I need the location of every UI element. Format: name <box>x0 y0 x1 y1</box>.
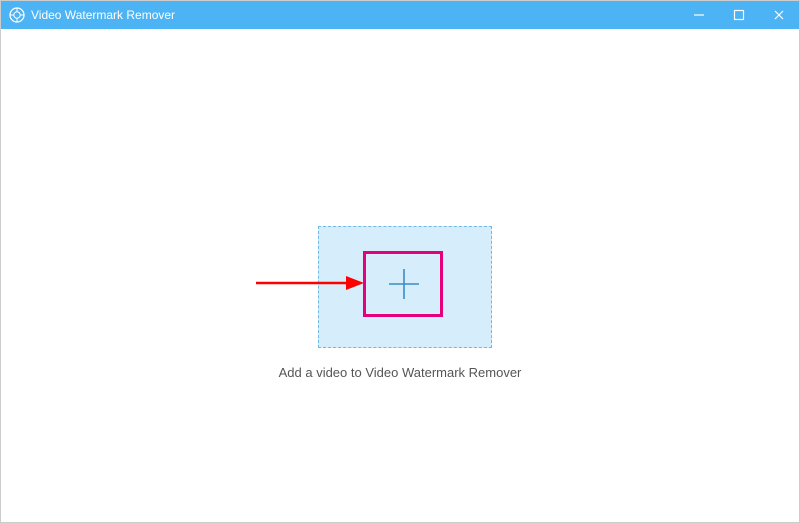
minimize-icon <box>693 9 705 21</box>
minimize-button[interactable] <box>679 1 719 29</box>
content-area: Add a video to Video Watermark Remover <box>1 29 799 522</box>
close-button[interactable] <box>759 1 799 29</box>
maximize-icon <box>733 9 745 21</box>
close-icon <box>773 9 785 21</box>
titlebar: Video Watermark Remover <box>1 1 799 29</box>
add-video-dropzone[interactable] <box>318 226 492 348</box>
app-title: Video Watermark Remover <box>31 8 175 22</box>
app-logo-icon <box>9 7 25 23</box>
app-window: Video Watermark Remover <box>0 0 800 523</box>
dropzone-caption: Add a video to Video Watermark Remover <box>1 365 799 380</box>
maximize-button[interactable] <box>719 1 759 29</box>
